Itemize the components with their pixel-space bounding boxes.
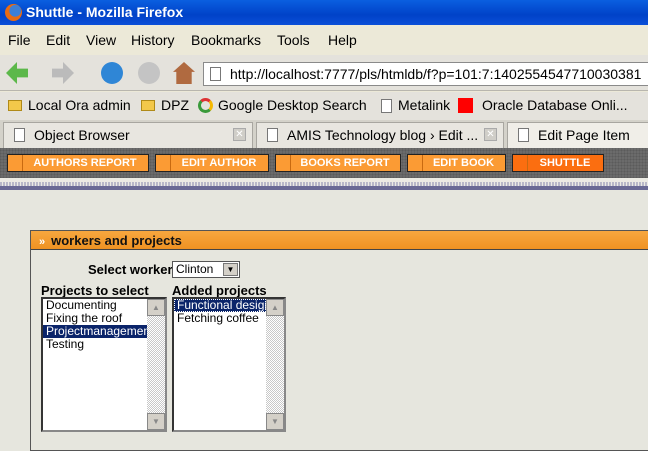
page-icon bbox=[210, 67, 221, 81]
menu-view[interactable]: View bbox=[86, 32, 116, 48]
url-input[interactable]: http://localhost:7777/pls/htmldb/f?p=101… bbox=[203, 62, 648, 86]
page-icon bbox=[518, 128, 529, 142]
edit-book-button[interactable]: EDIT BOOK bbox=[407, 154, 506, 172]
added-projects-label: Added projects bbox=[172, 283, 267, 298]
edit-author-button[interactable]: EDIT AUTHOR bbox=[155, 154, 269, 172]
bookmarks-toolbar: Local Ora admin DPZ Google Desktop Searc… bbox=[0, 92, 648, 120]
select-worker-label: Select worker bbox=[88, 262, 173, 277]
tab-label: Edit Page Item bbox=[538, 127, 630, 143]
menu-bar: File Edit View History Bookmarks Tools H… bbox=[0, 26, 648, 54]
bookmark-metalink[interactable]: Metalink bbox=[398, 97, 450, 113]
google-desktop-icon bbox=[198, 98, 213, 113]
page-icon bbox=[267, 128, 278, 142]
menu-file[interactable]: File bbox=[8, 32, 31, 48]
added-projects-listbox[interactable]: Functional design Fetching coffee ▲ ▼ bbox=[172, 297, 286, 432]
bookmark-oracle-database[interactable]: Oracle Database Onli... bbox=[482, 97, 628, 113]
menu-bookmarks[interactable]: Bookmarks bbox=[191, 32, 261, 48]
divider bbox=[0, 178, 648, 190]
scroll-up-icon[interactable]: ▲ bbox=[147, 299, 165, 316]
worker-select-value: Clinton bbox=[176, 262, 214, 276]
folder-icon bbox=[141, 100, 155, 111]
region-title: workers and projects bbox=[51, 233, 182, 248]
folder-icon bbox=[8, 100, 22, 111]
menu-edit[interactable]: Edit bbox=[46, 32, 70, 48]
page-icon bbox=[14, 128, 25, 142]
close-tab-icon[interactable]: ✕ bbox=[484, 128, 497, 141]
workers-projects-region: » workers and projects Select worker Clin… bbox=[30, 230, 648, 451]
menu-history[interactable]: History bbox=[131, 32, 175, 48]
scroll-down-icon[interactable]: ▼ bbox=[147, 413, 165, 430]
tab-label: Object Browser bbox=[34, 127, 130, 143]
double-chevron-icon: » bbox=[39, 236, 46, 248]
bookmark-local-ora-admin[interactable]: Local Ora admin bbox=[28, 97, 131, 113]
bookmark-dpz[interactable]: DPZ bbox=[161, 97, 189, 113]
scroll-up-icon[interactable]: ▲ bbox=[266, 299, 284, 316]
forward-icon[interactable] bbox=[52, 62, 74, 84]
firefox-icon bbox=[5, 4, 22, 21]
shuttle-button[interactable]: SHUTTLE bbox=[512, 154, 604, 172]
window-title: Shuttle - Mozilla Firefox bbox=[26, 4, 184, 20]
tab-amis-blog[interactable]: AMIS Technology blog › Edit ... ✕ bbox=[256, 122, 504, 148]
menu-help[interactable]: Help bbox=[328, 32, 357, 48]
tab-label: AMIS Technology blog › Edit ... bbox=[287, 127, 479, 143]
home-icon[interactable] bbox=[173, 62, 195, 84]
region-header: » workers and projects bbox=[31, 231, 648, 250]
scrollbar[interactable]: ▲ ▼ bbox=[147, 299, 165, 430]
chevron-down-icon[interactable]: ▼ bbox=[223, 263, 238, 276]
books-report-button[interactable]: BOOKS REPORT bbox=[275, 154, 401, 172]
tab-object-browser[interactable]: Object Browser ✕ bbox=[3, 122, 253, 148]
scrollbar[interactable]: ▲ ▼ bbox=[266, 299, 284, 430]
url-text: http://localhost:7777/pls/htmldb/f?p=101… bbox=[230, 66, 642, 82]
projects-to-select-listbox[interactable]: Documenting Fixing the roof Projectmanag… bbox=[41, 297, 167, 432]
page-icon bbox=[381, 99, 392, 113]
reload-icon[interactable] bbox=[101, 62, 123, 84]
worker-select[interactable]: Clinton ▼ bbox=[172, 261, 240, 278]
oracle-icon bbox=[458, 98, 473, 113]
window-title-bar: Shuttle - Mozilla Firefox bbox=[0, 0, 648, 25]
scroll-down-icon[interactable]: ▼ bbox=[266, 413, 284, 430]
close-tab-icon[interactable]: ✕ bbox=[233, 128, 246, 141]
back-icon[interactable] bbox=[6, 62, 28, 84]
stop-icon[interactable] bbox=[138, 62, 160, 84]
bookmark-google-desktop-search[interactable]: Google Desktop Search bbox=[218, 97, 367, 113]
authors-report-button[interactable]: AUTHORS REPORT bbox=[7, 154, 149, 172]
projects-to-select-label: Projects to select bbox=[41, 283, 149, 298]
tab-bar: Object Browser ✕ AMIS Technology blog › E… bbox=[0, 120, 648, 148]
app-navigation-bar: AUTHORS REPORT EDIT AUTHOR BOOKS REPORT … bbox=[0, 148, 648, 178]
tab-edit-page-item[interactable]: Edit Page Item bbox=[507, 122, 648, 148]
menu-tools[interactable]: Tools bbox=[277, 32, 310, 48]
